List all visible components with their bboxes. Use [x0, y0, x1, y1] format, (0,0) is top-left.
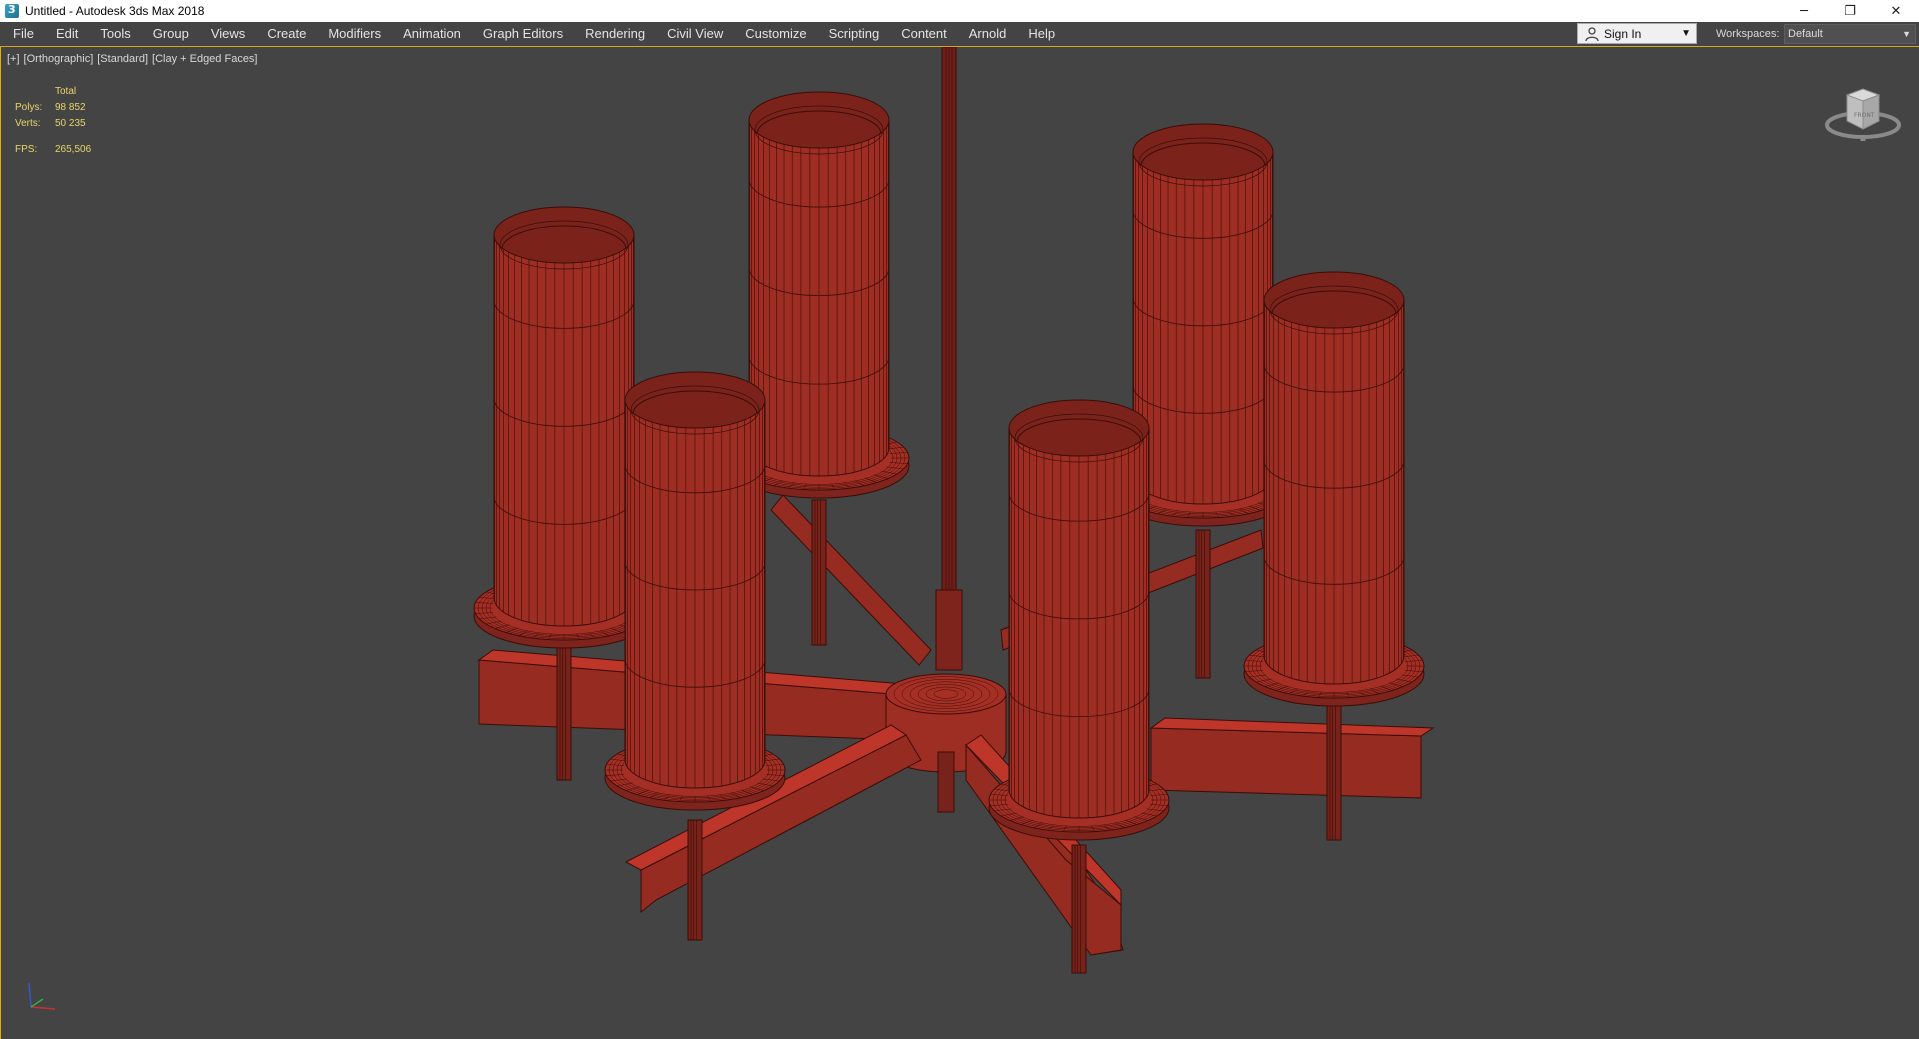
peg-left — [556, 639, 572, 781]
menu-graph-editors[interactable]: Graph Editors — [472, 22, 574, 46]
peg-back-right — [1195, 529, 1211, 679]
chevron-down-icon: ▼ — [1681, 28, 1691, 39]
title-bar: Untitled - Autodesk 3ds Max 2018 ─ ❐ ✕ — [0, 0, 1919, 22]
peg-front-right — [1071, 844, 1087, 974]
3dsmax-logo-icon — [5, 3, 19, 18]
hub-top — [885, 673, 1007, 715]
menu-edit[interactable]: Edit — [45, 22, 89, 46]
menu-tools[interactable]: Tools — [89, 22, 141, 46]
chandelier-model[interactable] — [1, 47, 1918, 1039]
user-icon — [1585, 26, 1599, 41]
viewport-general-menu[interactable]: [+] — [7, 53, 20, 65]
viewport-standard-menu[interactable]: [Standard] — [97, 53, 148, 65]
workspaces-label: Workspaces: — [1716, 28, 1780, 40]
perspective-viewport[interactable]: [+] [Orthographic] [Standard] [Clay + Ed… — [0, 47, 1919, 1039]
arm-back-left — [770, 494, 932, 666]
polys-label: Polys: — [15, 102, 43, 113]
menu-rendering[interactable]: Rendering — [574, 22, 656, 46]
menu-content[interactable]: Content — [890, 22, 958, 46]
viewcube-icon[interactable]: FRONT — [1825, 77, 1903, 149]
stats-total-label: Total — [55, 86, 77, 97]
menu-help[interactable]: Help — [1017, 22, 1066, 46]
menu-views[interactable]: Views — [200, 22, 256, 46]
menu-animation[interactable]: Animation — [392, 22, 472, 46]
menu-scripting[interactable]: Scripting — [818, 22, 891, 46]
fps-value: 265,506 — [55, 144, 92, 155]
minimize-button[interactable]: ─ — [1781, 0, 1827, 22]
menu-create[interactable]: Create — [256, 22, 317, 46]
menu-group[interactable]: Group — [142, 22, 200, 46]
window-controls: ─ ❐ ✕ — [1781, 0, 1919, 22]
menu-bar: File Edit Tools Group Views Create Modif… — [0, 22, 1919, 47]
peg-back-left — [811, 499, 827, 646]
workspaces-value: Default — [1788, 28, 1823, 40]
viewport-label-menu: [+] [Orthographic] [Standard] [Clay + Ed… — [7, 53, 258, 65]
workspaces-select[interactable]: Default ▼ — [1784, 24, 1916, 44]
menu-arnold[interactable]: Arnold — [958, 22, 1018, 46]
menu-modifiers[interactable]: Modifiers — [317, 22, 392, 46]
viewport-shading-menu[interactable]: [Clay + Edged Faces] — [152, 53, 257, 65]
polys-value: 98 852 — [55, 102, 86, 113]
menu-customize[interactable]: Customize — [734, 22, 817, 46]
viewcube-face-label: FRONT — [1854, 112, 1875, 119]
sign-in-dropdown[interactable]: Sign In ▼ — [1577, 23, 1697, 44]
arm-right — [1150, 727, 1422, 799]
menu-file[interactable]: File — [0, 22, 45, 46]
sign-in-label: Sign In — [1604, 26, 1642, 41]
rod-sleeve — [935, 589, 963, 671]
menu-civil-view[interactable]: Civil View — [656, 22, 734, 46]
peg-front-left — [687, 819, 703, 941]
axis-tripod-icon — [28, 982, 56, 1010]
verts-label: Verts: — [15, 118, 41, 129]
verts-value: 50 235 — [55, 118, 86, 129]
restore-button[interactable]: ❐ — [1827, 0, 1873, 22]
statistics-overlay: Total Polys: 98 852 Verts: 50 235 FPS: 2… — [15, 84, 91, 158]
chevron-down-icon: ▼ — [1902, 29, 1911, 39]
close-button[interactable]: ✕ — [1873, 0, 1919, 22]
hub-stem — [937, 751, 955, 813]
window-title: Untitled - Autodesk 3ds Max 2018 — [25, 4, 205, 18]
fps-label: FPS: — [15, 144, 38, 155]
viewport-point-of-view-menu[interactable]: [Orthographic] — [24, 53, 94, 65]
